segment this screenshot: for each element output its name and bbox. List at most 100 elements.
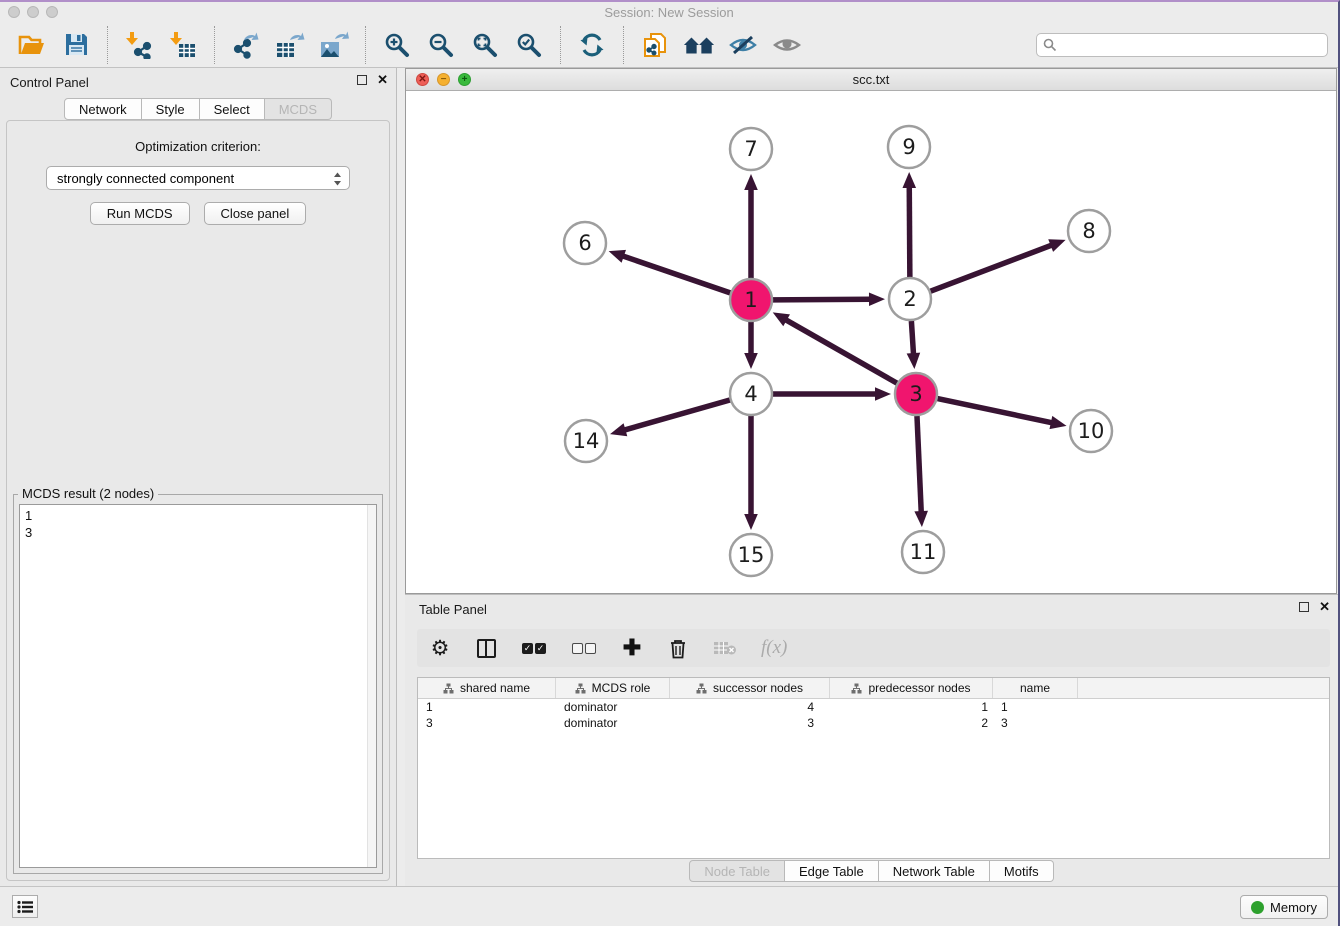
table-row[interactable]: 1 dominator 4 1 1 <box>418 699 1329 715</box>
zoom-fit-icon[interactable] <box>469 29 501 61</box>
column-header-predecessor-nodes[interactable]: predecessor nodes <box>830 678 993 698</box>
apply-layout-icon[interactable] <box>576 29 608 61</box>
graph-edge-3-10[interactable] <box>938 399 1053 423</box>
tab-network[interactable]: Network <box>64 98 142 120</box>
table-panel: Table Panel ✕ ⚙ ✓✓ ✚ f(x) shared name MC… <box>405 594 1338 886</box>
graph-edge-2-9[interactable] <box>909 186 910 277</box>
memory-label: Memory <box>1270 900 1317 915</box>
table-header-row: shared name MCDS role successor nodes pr… <box>418 678 1329 699</box>
table-options-gear-icon[interactable]: ⚙ <box>429 636 451 660</box>
optimization-criterion-label: Optimization criterion: <box>7 139 389 154</box>
tab-mcds[interactable]: MCDS <box>265 98 332 120</box>
add-row-icon[interactable]: ✚ <box>621 636 643 660</box>
graph-node-label-10: 10 <box>1078 419 1105 443</box>
tab-node-table[interactable]: Node Table <box>689 860 785 882</box>
tab-select[interactable]: Select <box>200 98 265 120</box>
column-header-mcds-role[interactable]: MCDS role <box>556 678 670 698</box>
tab-network-table[interactable]: Network Table <box>879 860 990 882</box>
graph-node-label-3: 3 <box>909 382 922 406</box>
tab-edge-table[interactable]: Edge Table <box>785 860 879 882</box>
mcds-result-textarea[interactable]: 1 3 <box>19 504 377 868</box>
column-header-shared-name[interactable]: shared name <box>418 678 556 698</box>
toolbar-search <box>1036 33 1328 57</box>
save-session-icon[interactable] <box>60 29 92 61</box>
column-header-successor-nodes[interactable]: successor nodes <box>670 678 830 698</box>
graph-node-label-8: 8 <box>1082 219 1095 243</box>
criterion-select[interactable]: strongly connected component <box>46 166 350 190</box>
toolbar-separator <box>623 26 624 64</box>
column-edit-icon <box>575 683 586 694</box>
toolbar-separator <box>107 26 108 64</box>
tab-style[interactable]: Style <box>142 98 200 120</box>
mcds-result-group: MCDS result (2 nodes) 1 3 <box>13 494 383 874</box>
toolbar-separator <box>365 26 366 64</box>
graph-node-label-11: 11 <box>910 540 937 564</box>
import-table-icon[interactable] <box>167 29 199 61</box>
memory-button[interactable]: Memory <box>1240 895 1328 919</box>
table-row[interactable]: 3 dominator 3 2 3 <box>418 715 1329 731</box>
list-icon <box>17 900 33 914</box>
tab-motifs[interactable]: Motifs <box>990 860 1054 882</box>
graph-node-label-15: 15 <box>738 543 765 567</box>
graph-node-label-1: 1 <box>744 288 757 312</box>
float-panel-icon[interactable] <box>1299 602 1309 612</box>
graph-node-label-9: 9 <box>902 135 915 159</box>
export-network-icon[interactable] <box>230 29 262 61</box>
close-panel-button[interactable]: Close panel <box>204 202 307 225</box>
zoom-in-icon[interactable] <box>381 29 413 61</box>
memory-status-dot <box>1251 901 1264 914</box>
control-panel: Control Panel ✕ Network Style Select MCD… <box>0 68 397 886</box>
graph-edge-1-6[interactable] <box>622 256 730 293</box>
graph-node-label-7: 7 <box>744 137 757 161</box>
close-panel-icon[interactable]: ✕ <box>377 75 388 85</box>
mcds-result-scrollbar[interactable] <box>367 505 376 867</box>
column-header-name[interactable]: name <box>993 678 1078 698</box>
float-panel-icon[interactable] <box>357 75 367 85</box>
close-panel-icon[interactable]: ✕ <box>1319 602 1330 612</box>
home-icon[interactable] <box>683 29 715 61</box>
import-network-icon[interactable] <box>123 29 155 61</box>
control-panel-title: Control Panel <box>10 75 89 90</box>
graph-edge-arrowhead <box>609 250 626 263</box>
function-builder-icon: f(x) <box>761 636 787 660</box>
graph-edge-arrowhead <box>744 353 758 369</box>
network-graph[interactable]: 7968124314101511 <box>406 91 1336 593</box>
toolbar-separator <box>560 26 561 64</box>
graph-edge-arrowhead <box>902 172 916 188</box>
export-table-icon[interactable] <box>274 29 306 61</box>
graph-edge-2-8[interactable] <box>931 245 1053 291</box>
graph-edge-4-14[interactable] <box>624 400 730 430</box>
run-mcds-button[interactable]: Run MCDS <box>90 202 190 225</box>
graph-edge-1-2[interactable] <box>773 299 871 300</box>
search-input[interactable] <box>1036 33 1328 57</box>
column-edit-icon <box>851 683 862 694</box>
graph-edge-3-1[interactable] <box>785 319 897 383</box>
graph-edge-2-3[interactable] <box>911 321 913 355</box>
delete-row-icon[interactable] <box>667 636 689 660</box>
graph-edge-3-11[interactable] <box>917 416 921 513</box>
clone-network-icon[interactable] <box>639 29 671 61</box>
graph-edge-arrowhead <box>869 292 885 306</box>
show-column-icon[interactable] <box>475 636 497 660</box>
task-history-button[interactable] <box>12 895 38 918</box>
export-image-icon[interactable] <box>318 29 350 61</box>
main-toolbar <box>0 22 1338 68</box>
zoom-selected-icon[interactable] <box>513 29 545 61</box>
network-canvas[interactable]: 7968124314101511 <box>406 91 1336 593</box>
delete-table-icon <box>713 636 737 660</box>
zoom-out-icon[interactable] <box>425 29 457 61</box>
network-frame-titlebar[interactable]: ✕ − + scc.txt <box>406 69 1336 91</box>
deselect-all-icon[interactable] <box>571 636 597 660</box>
graph-edge-arrowhead <box>744 174 758 190</box>
select-chevrons-icon <box>333 171 342 187</box>
eye-icon[interactable] <box>771 29 803 61</box>
graph-edge-arrowhead <box>1049 416 1066 429</box>
search-icon <box>1043 38 1057 52</box>
open-session-icon[interactable] <box>16 29 48 61</box>
graph-edge-arrowhead <box>914 511 928 527</box>
select-all-icon[interactable]: ✓✓ <box>521 636 547 660</box>
graph-node-label-6: 6 <box>578 231 591 255</box>
criterion-value: strongly connected component <box>57 171 234 186</box>
graph-edge-arrowhead <box>610 423 627 436</box>
hide-eye-icon[interactable] <box>727 29 759 61</box>
